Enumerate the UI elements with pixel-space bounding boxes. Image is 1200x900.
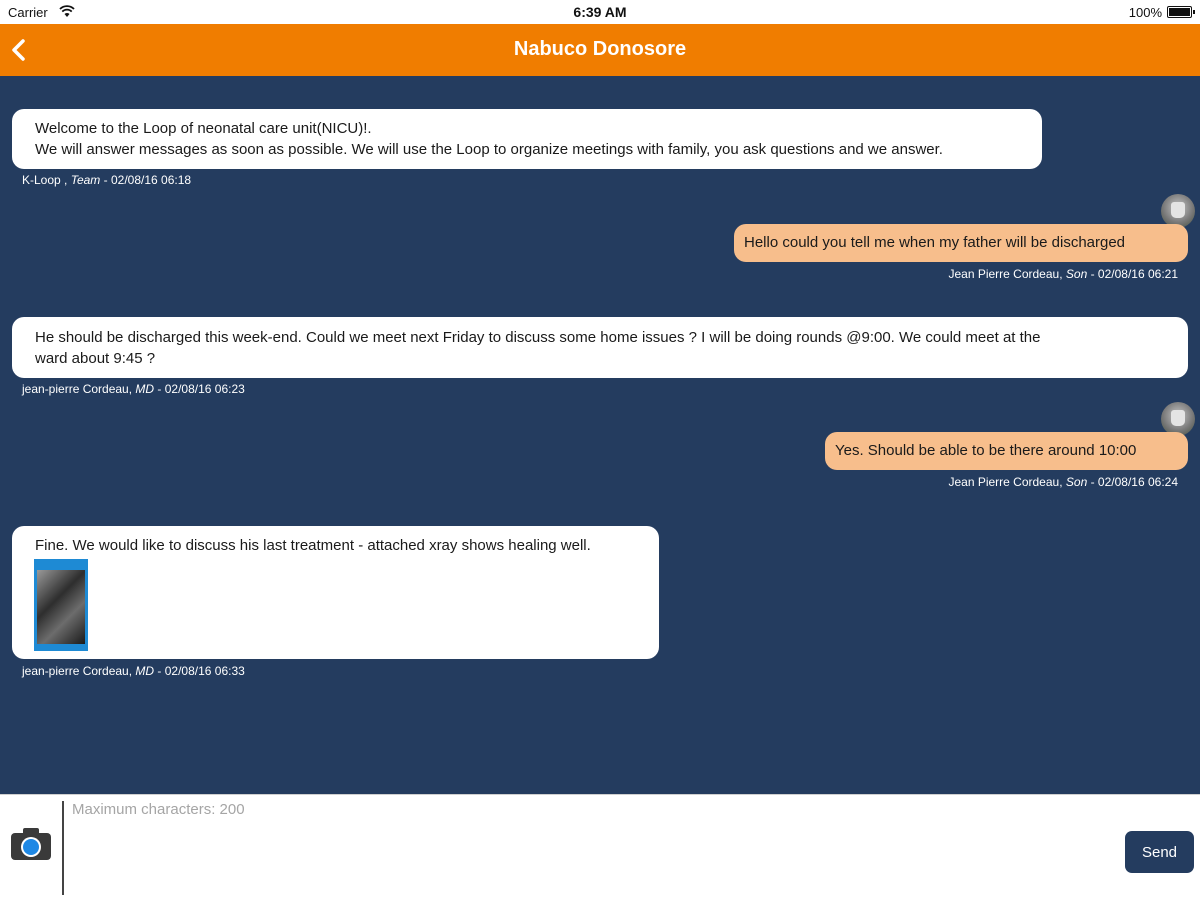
message-meta: jean-pierre Cordeau, MD - 02/08/16 06:23 <box>22 382 245 396</box>
message-text-line: Welcome to the Loop of neonatal care uni… <box>35 120 372 137</box>
send-button[interactable]: Send <box>1125 831 1194 873</box>
message-bubble: Welcome to the Loop of neonatal care uni… <box>12 109 1042 169</box>
nav-bar: Nabuco Donosore <box>0 24 1200 76</box>
message-bubble: Fine. We would like to discuss his last … <box>12 526 659 659</box>
message-sender: jean-pierre Cordeau, <box>22 664 133 678</box>
message-meta: K-Loop , Team - 02/08/16 06:18 <box>22 173 191 187</box>
camera-icon[interactable] <box>10 827 52 861</box>
message-text-line: Yes. Should be able to be there around 1… <box>835 442 1137 459</box>
message-meta: Jean Pierre Cordeau, Son - 02/08/16 06:2… <box>948 267 1178 281</box>
message-sender: jean-pierre Cordeau, <box>22 382 133 396</box>
message-sender-role: Team <box>70 173 101 187</box>
message-text-line: Fine. We would like to discuss his last … <box>35 537 591 554</box>
avatar <box>1161 194 1195 228</box>
message-meta: Jean Pierre Cordeau, Son - 02/08/16 06:2… <box>948 475 1178 489</box>
message-sender-role: Son <box>1065 475 1088 489</box>
message-sender-role: Son <box>1065 267 1088 281</box>
status-bar: Carrier 6:39 AM 100% <box>0 0 1200 24</box>
message-bubble: Hello could you tell me when my father w… <box>734 224 1188 262</box>
message-list[interactable]: Welcome to the Loop of neonatal care uni… <box>0 76 1200 794</box>
message-input[interactable] <box>72 801 1112 891</box>
battery-icon <box>1167 6 1195 18</box>
message-text-line: Hello could you tell me when my father w… <box>744 234 1126 251</box>
message-text-line: We will answer messages as soon as possi… <box>35 141 943 158</box>
battery-percent: 100% <box>1128 5 1162 20</box>
message-timestamp: - 02/08/16 06:21 <box>1090 267 1178 281</box>
message-composer: Send <box>0 794 1200 900</box>
xray-image <box>37 570 85 644</box>
message-sender: Jean Pierre Cordeau, <box>948 267 1063 281</box>
status-time: 6:39 AM <box>573 4 627 20</box>
xray-thumbnail[interactable] <box>34 559 88 651</box>
message-sender: K-Loop , <box>22 173 68 187</box>
conversation-title: Nabuco Donosore <box>513 38 687 60</box>
message-timestamp: - 02/08/16 06:23 <box>157 382 245 396</box>
message-bubble: Yes. Should be able to be there around 1… <box>825 432 1188 470</box>
message-sender: Jean Pierre Cordeau, <box>948 475 1063 489</box>
message-sender-role: MD <box>135 664 155 678</box>
message-bubble: He should be discharged this week-end. C… <box>12 317 1188 378</box>
avatar <box>1161 402 1195 436</box>
composer-divider <box>62 801 64 895</box>
message-sender-role: MD <box>135 382 155 396</box>
message-text-line: He should be discharged this week-end. C… <box>35 329 1041 346</box>
message-meta: jean-pierre Cordeau, MD - 02/08/16 06:33 <box>22 664 245 678</box>
message-timestamp: - 02/08/16 06:24 <box>1090 475 1178 489</box>
message-text-line: ward about 9:45 ? <box>35 350 156 367</box>
message-timestamp: - 02/08/16 06:18 <box>103 173 192 187</box>
message-timestamp: - 02/08/16 06:33 <box>157 664 245 678</box>
